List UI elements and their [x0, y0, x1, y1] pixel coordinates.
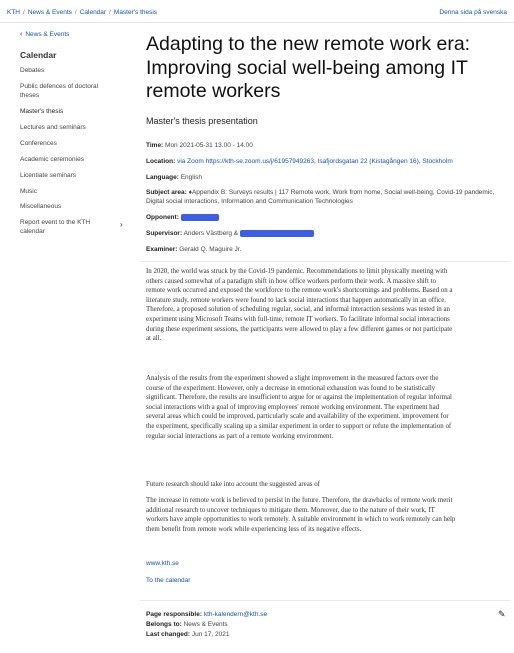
breadcrumb-kth[interactable]: KTH: [7, 9, 20, 16]
subject-label: Subject area:: [146, 189, 187, 196]
event-opponent: Opponent:: [146, 213, 496, 222]
event-supervisor: Supervisor: Anders Västberg &: [146, 229, 496, 238]
sidebar-item-masters-thesis[interactable]: Master's thesis: [20, 108, 112, 117]
page-title: Adapting to the new remote work era: Imp…: [146, 33, 471, 102]
changed-label: Last changed:: [146, 631, 191, 638]
event-location: Location: via Zoom https://kth-se.zoom.u…: [146, 157, 496, 166]
back-to-calendar-link[interactable]: To the calendar: [146, 577, 190, 584]
event-language: Language: English: [146, 173, 496, 182]
belongs-to: Belongs to: News & Events: [146, 621, 228, 628]
location-link[interactable]: via Zoom https://kth-se.zoom.us/j/619579…: [177, 158, 453, 165]
back-link[interactable]: ‹ News & Events: [20, 31, 69, 38]
sidebar-item-lectures[interactable]: Lectures and seminars: [20, 124, 112, 133]
belongs-label: Belongs to:: [146, 621, 182, 628]
responsible-label: Page responsible:: [146, 611, 202, 618]
examiner-value: Gerald Q. Maguire Jr.: [179, 246, 242, 253]
sidebar-item-music[interactable]: Music: [20, 188, 112, 197]
event-subtitle: Master's thesis presentation: [146, 116, 258, 126]
breadcrumb-calendar[interactable]: Calendar: [80, 9, 106, 16]
supervisor-value: Anders Västberg &: [183, 230, 239, 237]
location-label: Location:: [146, 158, 176, 165]
edit-pencil-icon[interactable]: ✎: [498, 609, 506, 620]
sidebar-item-ceremonies[interactable]: Academic ceremonies: [20, 156, 112, 165]
sidebar-item-conferences[interactable]: Conferences: [20, 140, 112, 149]
event-time: Time: Mon 2021-05-31 13.00 - 14.00: [146, 141, 496, 150]
sidebar-item-debates[interactable]: Debates: [20, 67, 112, 76]
changed-value: Jun 17, 2021: [191, 631, 230, 638]
last-changed: Last changed: Jun 17, 2021: [146, 631, 229, 638]
supervisor-label: Supervisor:: [146, 230, 183, 237]
sidebar-item-licentiate[interactable]: Licentiate seminars: [20, 172, 112, 181]
abstract-paragraph-1: In 2020, the world was struck by the Cov…: [146, 268, 453, 343]
event-examiner: Examiner: Gerald Q. Maguire Jr.: [146, 245, 496, 254]
footer-divider: [140, 600, 510, 601]
abstract-paragraph-3: Future research should take into account…: [146, 481, 320, 488]
divider: [140, 261, 510, 262]
sidebar-item-miscellaneous[interactable]: Miscellaneous: [20, 203, 112, 212]
opponent-label: Opponent:: [146, 214, 179, 221]
responsible-email-link[interactable]: kth-kalendern@kth.se: [204, 611, 267, 618]
abstract-paragraph-2: Analysis of the results from the experim…: [146, 375, 452, 440]
event-subject-area: Subject area: ♦Appendix B: Surveys resul…: [146, 188, 496, 206]
time-value: Mon 2021-05-31 13.00 - 14.00: [165, 142, 253, 149]
sidebar-item-report-event[interactable]: Report event to the KTH calendar: [20, 219, 100, 236]
redacted-supervisor: [239, 229, 314, 237]
breadcrumb: KTH / News & Events / Calendar / Master's thes…: [7, 9, 158, 16]
chevron-right-icon[interactable]: ›: [120, 220, 123, 229]
top-bar: KTH / News & Events / Calendar / Master's thes…: [0, 0, 514, 23]
language-switch-link[interactable]: Denna sida på svenska: [439, 9, 507, 16]
language-value: English: [180, 174, 203, 181]
subject-value: ♦Appendix B: Surveys results | 117 Remot…: [146, 189, 495, 205]
abstract-paragraph-4: The increase in remote work is believed …: [146, 497, 456, 533]
kth-site-link[interactable]: www.kth.se: [146, 560, 179, 567]
breadcrumb-news-events[interactable]: News & Events: [28, 9, 72, 16]
sidebar-item-public-defences[interactable]: Public defences of doctoral theses: [20, 83, 112, 100]
page-responsible: Page responsible: kth-kalendern@kth.se: [146, 611, 267, 618]
back-link-label: News & Events: [25, 31, 70, 38]
belongs-value: News & Events: [183, 621, 228, 628]
examiner-label: Examiner:: [146, 246, 178, 253]
redacted-opponent: [180, 213, 219, 221]
chevron-left-icon: ‹: [20, 31, 23, 38]
language-label: Language:: [146, 174, 179, 181]
time-label: Time:: [146, 142, 164, 149]
sidebar-title: Calendar: [20, 50, 57, 60]
breadcrumb-masters-thesis[interactable]: Master's thesis: [114, 9, 157, 16]
